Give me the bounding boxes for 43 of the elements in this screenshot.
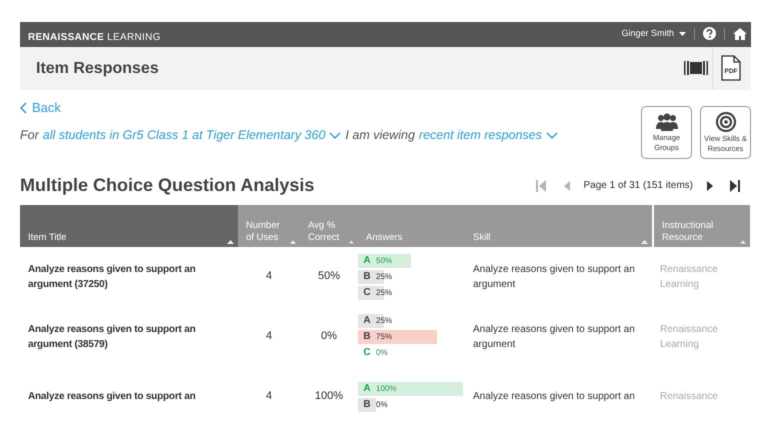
answer-percent: 25%	[376, 286, 392, 299]
answer-percent: 25%	[376, 270, 392, 283]
answer-percent: 0%	[376, 398, 388, 411]
answer-letter: B	[358, 398, 376, 412]
column-header[interactable]: Instructional Resource	[652, 204, 750, 247]
column-header: Answers	[358, 204, 465, 247]
column-header[interactable]: Item Title	[20, 204, 238, 247]
skill-text: Analyze reasons given to support an argument	[472, 262, 636, 292]
group-filter-link[interactable]: all students in Gr5 Class 1 at Tiger Elementary 360	[42, 126, 326, 145]
answer-letter: C	[362, 346, 372, 360]
uses-count: 4	[264, 389, 274, 404]
resource-text: Renaissance	[659, 390, 719, 404]
page-title: Item Responses	[36, 58, 159, 78]
column-header[interactable]: Number of Uses	[238, 204, 300, 247]
avg-correct: 50%	[316, 269, 342, 284]
page-info: Page 1 of 31 (151 items)	[583, 179, 693, 194]
column-header[interactable]: Avg % Correct	[300, 204, 358, 247]
answer-percent: 75%	[376, 330, 392, 343]
skill-text: Analyze reasons given to support an	[472, 390, 636, 404]
column-header[interactable]: Skill	[465, 204, 652, 247]
answer-percent: 100%	[376, 382, 396, 395]
avg-correct: 0%	[320, 329, 338, 344]
filter-label: I am viewing	[345, 127, 415, 144]
resource-text: Renaissance Learning	[659, 322, 719, 352]
answer-percent: 25%	[376, 314, 392, 327]
filter-label: For	[20, 127, 39, 144]
view-filter-link[interactable]: recent item responses	[418, 126, 542, 145]
back-link[interactable]: Back	[20, 98, 61, 118]
uses-count: 4	[264, 329, 274, 344]
item-title: Analyze reasons given to support an argument (38579)	[27, 322, 196, 352]
avg-correct: 100%	[314, 389, 344, 404]
answer-percent: 50%	[376, 254, 392, 267]
answer-letter: A	[362, 254, 372, 268]
answer-letter: A	[362, 382, 372, 396]
section-title: Multiple Choice Question Analysis	[20, 175, 314, 197]
item-title: Analyze reasons given to support an argument (37250)	[27, 262, 196, 292]
item-title: Analyze reasons given to support an	[27, 390, 196, 404]
user-menu-button[interactable]: Ginger Smith	[621, 26, 686, 40]
resource-text: Renaissance Learning	[659, 262, 719, 292]
logo-text: RENAISSANCE LEARNING	[28, 31, 161, 45]
uses-count: 4	[264, 269, 274, 284]
answer-percent: 0%	[376, 346, 388, 359]
skill-text: Analyze reasons given to support an argument	[472, 322, 636, 352]
